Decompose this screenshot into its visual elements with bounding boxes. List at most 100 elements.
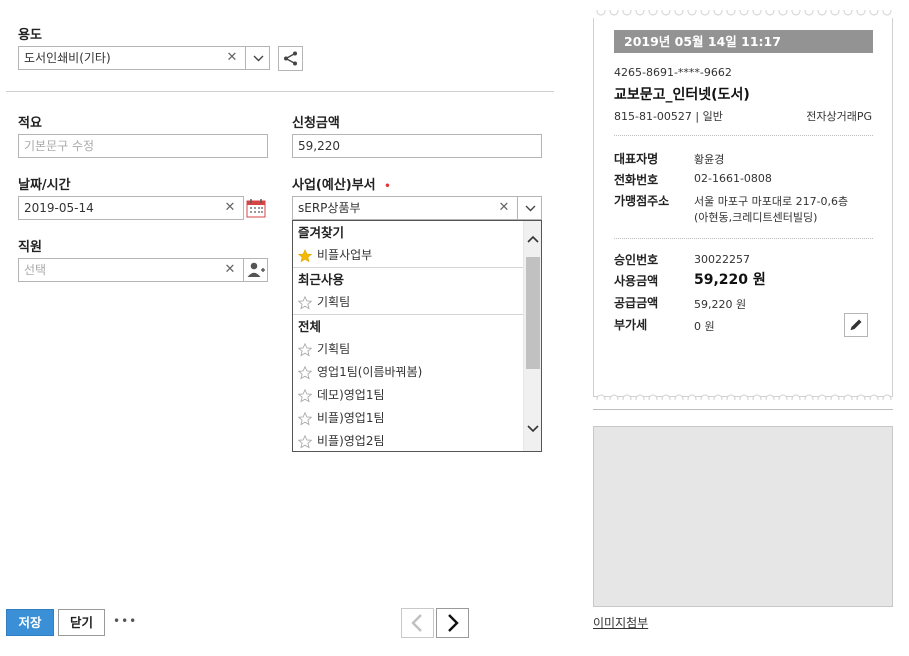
date-clear-icon[interactable]: ✕	[221, 197, 239, 219]
star-outline-icon[interactable]	[298, 296, 312, 310]
purpose-select[interactable]: 도서인쇄비(기타) ✕	[18, 46, 270, 70]
scrollbar-thumb[interactable]	[526, 257, 540, 369]
chevron-right-icon	[448, 614, 459, 632]
approval-label: 승인번호	[614, 253, 659, 267]
dropdown-item-label: 비플)영업1팀	[317, 411, 385, 425]
purpose-label: 용도	[18, 28, 42, 43]
amount-input[interactable]: 59,220	[292, 134, 542, 158]
star-outline-icon[interactable]	[298, 389, 312, 403]
department-dropdown-button[interactable]	[517, 196, 542, 220]
add-user-icon	[247, 262, 265, 277]
department-value: sERP상품부	[298, 201, 361, 215]
prev-button[interactable]	[401, 608, 434, 638]
receipt-card: 2019년 05월 14일 11:17 4265-8691-****-9662 …	[593, 10, 895, 400]
receipt-scallop	[739, 394, 749, 400]
required-mark: •	[384, 181, 391, 192]
close-button[interactable]: 닫기	[58, 609, 105, 636]
share-icon	[284, 51, 297, 66]
receipt-top-edge	[593, 10, 895, 18]
calendar-button[interactable]	[246, 198, 266, 218]
star-outline-icon[interactable]	[298, 435, 312, 449]
dropdown-item[interactable]: 영업1팀(이름바꿔봄)	[293, 361, 524, 384]
receipt-scallop	[713, 10, 723, 16]
vat-label: 부가세	[614, 318, 648, 332]
employee-input[interactable]: 선택 ✕	[18, 258, 268, 282]
date-value: 2019-05-14	[24, 201, 94, 215]
purpose-dropdown-button[interactable]	[245, 46, 270, 70]
date-input[interactable]: 2019-05-14 ✕	[18, 196, 244, 220]
image-attach-link[interactable]: 이미지첨부	[593, 614, 648, 631]
receipt-divider	[614, 135, 873, 136]
department-select[interactable]: sERP상품부 ✕	[292, 196, 542, 220]
receipt-scallop	[843, 10, 853, 16]
purpose-clear-icon[interactable]: ✕	[223, 47, 241, 69]
add-employee-button[interactable]	[243, 258, 268, 282]
image-attachment-area[interactable]	[593, 426, 893, 607]
star-outline-icon[interactable]	[298, 366, 312, 380]
next-button[interactable]	[436, 608, 469, 638]
dropdown-item[interactable]: 비플)영업1팀	[293, 407, 524, 430]
address-line2: (아현동,크레디트센터빌딩)	[694, 211, 818, 224]
receipt-scallop	[830, 10, 840, 16]
receipt-scallop	[674, 10, 684, 16]
receipt-scallop	[622, 10, 632, 16]
receipt-scallop	[856, 394, 866, 400]
edit-receipt-button[interactable]	[844, 313, 868, 337]
dropdown-item[interactable]: 기획팀	[293, 338, 524, 361]
star-outline-icon[interactable]	[298, 343, 312, 357]
dropdown-item[interactable]: 기획팀	[293, 291, 524, 314]
pencil-icon	[850, 319, 862, 331]
recent-header: 최근사용	[298, 272, 345, 287]
star-filled-icon[interactable]	[298, 249, 312, 263]
receipt-scallop	[739, 10, 749, 16]
dropdown-item[interactable]: 비플사업부	[293, 244, 524, 267]
supply-label: 공급금액	[614, 296, 659, 310]
employee-clear-icon[interactable]: ✕	[221, 259, 239, 281]
receipt-datetime: 2019년 05월 14일 11:17	[614, 30, 873, 53]
dropdown-item-label: 기획팀	[317, 342, 351, 356]
amount-label: 신청금액	[292, 116, 340, 131]
dropdown-item[interactable]: 데모)영업1팀	[293, 384, 524, 407]
merchant-name: 교보문고_인터넷(도서)	[614, 87, 750, 103]
more-button[interactable]: •••	[113, 614, 137, 628]
receipt-scallop	[661, 10, 671, 16]
chevron-up-icon[interactable]	[526, 233, 540, 245]
receipt-scallop	[596, 10, 606, 16]
receipt-scallop	[778, 394, 788, 400]
star-outline-icon[interactable]	[298, 412, 312, 426]
receipt-scallop	[791, 394, 801, 400]
amount-value: 59,220	[298, 139, 340, 153]
receipt-scallop	[687, 10, 697, 16]
rep-label: 대표자명	[614, 152, 659, 166]
rep-value: 황윤경	[694, 153, 725, 166]
purpose-share-button[interactable]	[278, 46, 303, 71]
dropdown-item[interactable]: 비플)영업2팀	[293, 430, 524, 451]
receipt-scallop	[791, 10, 801, 16]
business-number: 815-81-00527 | 일반	[614, 110, 723, 123]
receipt-scallop	[752, 394, 762, 400]
receipt-scallop	[635, 394, 645, 400]
chevron-down-icon[interactable]	[526, 423, 540, 435]
department-label: 사업(예산)부서 •	[292, 174, 391, 193]
chevron-down-icon	[525, 205, 536, 212]
receipt-scallop	[700, 10, 710, 16]
receipt-scallop	[765, 394, 775, 400]
department-label-text: 사업(예산)부서	[292, 178, 376, 193]
department-dropdown[interactable]: 즐겨찾기 비플사업부 최근사용 기획팀 전체 기획팀 영업1팀(이름바꿔봄) 데…	[292, 220, 542, 452]
supply-value: 59,220 원	[694, 298, 747, 311]
dropdown-item-label: 기획팀	[317, 295, 351, 309]
summary-input[interactable]: 기본문구 수정	[18, 134, 268, 158]
dropdown-scrollbar[interactable]	[523, 221, 541, 451]
employee-placeholder: 선택	[24, 263, 47, 277]
save-button[interactable]: 저장	[6, 609, 54, 636]
receipt-scallop	[817, 394, 827, 400]
receipt-scallop	[804, 394, 814, 400]
receipt-scallop	[687, 394, 697, 400]
address-line1: 서울 마포구 마포대로 217-0,6층	[694, 195, 849, 208]
receipt-scallop	[817, 10, 827, 16]
receipt-scallop	[674, 394, 684, 400]
dropdown-item-label: 데모)영업1팀	[317, 388, 385, 402]
employee-label: 직원	[18, 240, 42, 255]
department-clear-icon[interactable]: ✕	[495, 197, 513, 219]
dropdown-item-label: 비플사업부	[317, 248, 373, 262]
